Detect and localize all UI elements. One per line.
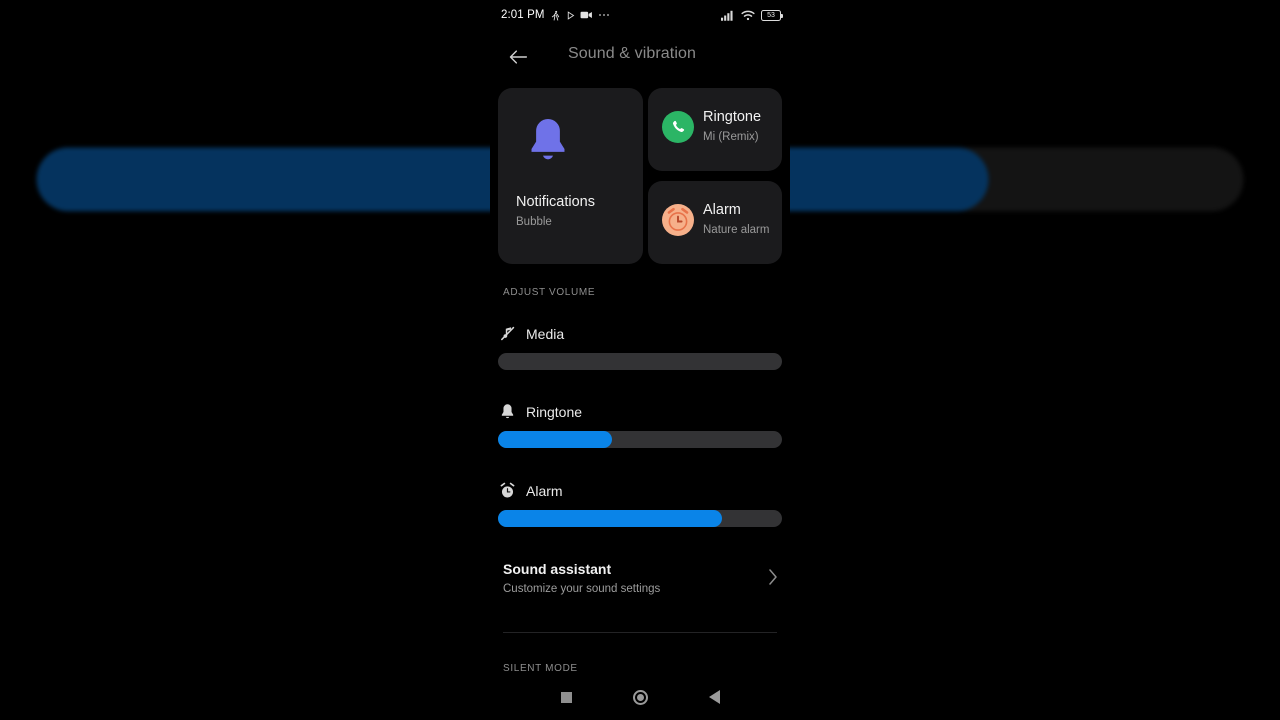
navigation-bar xyxy=(490,674,790,720)
card-notifications[interactable]: Notifications Bubble xyxy=(498,88,643,264)
card-alarm[interactable]: Alarm Nature alarm xyxy=(648,181,782,264)
cellular-signal-icon xyxy=(721,10,733,21)
sound-assistant-title: Sound assistant xyxy=(503,561,612,577)
screen-root: ADJUST VOLUME Media Ringtone 2:01 PM xyxy=(0,0,1280,720)
back-button[interactable] xyxy=(505,44,531,70)
volume-row-ringtone-label: Ringtone xyxy=(526,403,583,420)
phone-panel: 2:01 PM 53 Sound & vibration Notificatio… xyxy=(490,0,790,720)
card-ringtone[interactable]: Ringtone Mi (Remix) xyxy=(648,88,782,171)
square-icon[interactable] xyxy=(560,691,572,703)
sound-cards: Notifications Bubble Ringtone Mi (Remix) xyxy=(490,88,790,264)
triangle-back-icon[interactable] xyxy=(708,690,720,704)
ellipsis-icon xyxy=(598,14,609,16)
volume-slider-alarm[interactable] xyxy=(498,510,782,527)
section-divider xyxy=(503,632,777,633)
bell-icon xyxy=(501,404,514,419)
volume-slider-alarm-fill xyxy=(498,510,723,527)
person-walking-icon xyxy=(551,10,559,21)
status-bar: 2:01 PM 53 xyxy=(490,0,790,30)
volume-row-ringtone-header: Ringtone xyxy=(499,403,582,420)
page-header: Sound & vibration xyxy=(490,40,790,74)
card-alarm-subtitle: Nature alarm xyxy=(703,224,770,236)
status-bar-left: 2:01 PM xyxy=(501,9,610,21)
volume-slider-ringtone-fill xyxy=(498,431,612,448)
battery-icon: 53 xyxy=(761,9,783,21)
alarm-clock-icon xyxy=(662,204,694,236)
volume-slider-media-track xyxy=(498,353,782,370)
back-arrow-icon xyxy=(509,50,528,64)
play-icon xyxy=(567,10,574,20)
volume-row-media-label: Media xyxy=(526,325,565,342)
phone-glyph xyxy=(672,120,685,133)
phone-icon xyxy=(662,111,694,143)
card-notifications-subtitle: Bubble xyxy=(516,216,552,228)
card-notifications-title: Notifications xyxy=(516,194,595,210)
circle-icon[interactable] xyxy=(632,689,648,705)
volume-slider-ringtone[interactable] xyxy=(498,431,782,448)
volume-row-alarm-header: Alarm xyxy=(499,482,563,499)
wifi-icon xyxy=(741,10,755,20)
card-ringtone-title: Ringtone xyxy=(703,109,762,125)
camcorder-icon xyxy=(580,11,592,19)
chevron-right-icon xyxy=(769,569,777,585)
alarm-clock-icon xyxy=(500,482,515,498)
card-alarm-title: Alarm xyxy=(703,202,741,218)
music-note-muted-icon xyxy=(501,326,515,341)
status-bar-right: 53 xyxy=(721,9,783,21)
alarm-clock-glyph xyxy=(667,207,689,231)
volume-slider-media[interactable] xyxy=(498,353,782,370)
bell-icon xyxy=(531,118,565,160)
sound-assistant-subtitle: Customize your sound settings xyxy=(503,583,661,595)
silent-mode-section-label: SILENT MODE xyxy=(503,663,578,674)
status-bar-clock: 2:01 PM xyxy=(501,9,545,21)
sound-assistant-row[interactable]: Sound assistant Customize your sound set… xyxy=(490,556,790,608)
page-title: Sound & vibration xyxy=(568,45,697,62)
volume-row-media-header: Media xyxy=(499,325,564,342)
volume-row-alarm-label: Alarm xyxy=(526,482,563,499)
battery-level-text: 53 xyxy=(767,11,775,19)
adjust-volume-section-label: ADJUST VOLUME xyxy=(503,287,596,298)
card-ringtone-subtitle: Mi (Remix) xyxy=(703,131,759,143)
